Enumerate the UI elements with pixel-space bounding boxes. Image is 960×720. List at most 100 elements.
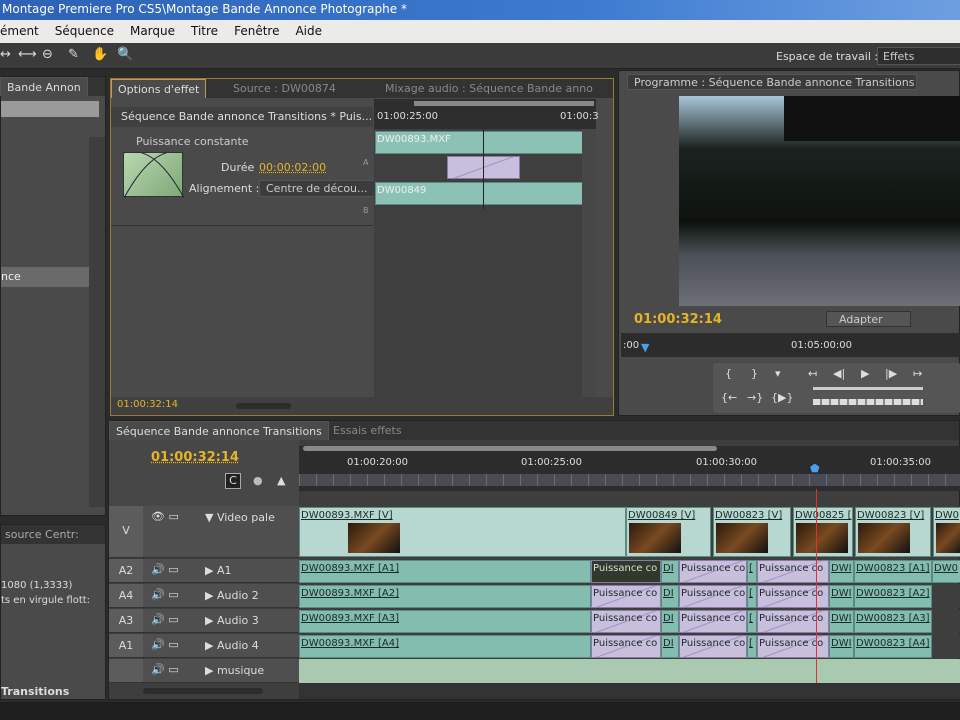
audio-clip[interactable]: DW00893.MXF [A4] [299,635,591,658]
video-clip[interactable]: DW00823 [V] [713,507,791,557]
audio-clip[interactable]: DW00893.MXF [A3] [299,610,591,633]
audio-clip[interactable]: DW00823 [A3] [854,610,932,633]
marker-bulb-icon[interactable]: ● [253,474,263,487]
audio-transition[interactable]: Puissance co [757,635,829,658]
alignment-select[interactable]: Centre de décou... [259,180,375,197]
video-clip[interactable]: DW00849 [V] [626,507,711,557]
audio-clip[interactable]: DW0 [932,560,960,583]
horizontal-scrollbar[interactable] [299,683,960,699]
playhead-icon[interactable]: ▼ [641,341,649,354]
audio-clip[interactable]: DW00823 [A2] [854,585,932,608]
expand-triangle-icon[interactable]: ▶ [205,664,213,677]
expand-triangle-icon[interactable]: ▶ [205,564,213,577]
track-target[interactable]: A4 [109,584,143,607]
audio-clip[interactable]: DW00823 [A1] [854,560,932,583]
menu-aide[interactable]: Aide [295,24,322,43]
play-icon[interactable]: ▶ [861,367,869,380]
audio-transition[interactable]: Puissance co [679,585,747,608]
audio-transition[interactable]: Puissance co [591,560,661,583]
list-item-selected[interactable]: nce [1,267,89,287]
expand-triangle-icon[interactable]: ▶ [205,639,213,652]
tab-source[interactable]: Source : DW00874 [227,79,342,98]
scrollbar[interactable] [89,137,105,507]
hand-tool-icon[interactable]: ✋ [92,47,108,62]
marker-icon[interactable]: ▾ [775,367,781,380]
track-zoom-slider[interactable] [143,688,263,694]
audio-transition[interactable]: Puissance co [591,585,661,608]
video-clip[interactable]: DW00823 [V] [855,507,931,557]
mark-out-icon[interactable]: } [751,367,758,380]
speaker-icon[interactable]: 🔊 ▭ [151,638,179,651]
step-forward-icon[interactable]: |▶ [885,367,897,380]
step-back-icon[interactable]: ◀| [833,367,845,380]
effect-timecode[interactable]: 01:00:32:14 [117,399,178,410]
program-timecode[interactable]: 01:00:32:14 [634,312,722,327]
zoom-tool-icon[interactable]: 🔍 [117,47,133,62]
workspace-select[interactable]: Effets [877,47,960,65]
eye-icon[interactable]: 👁 ▭ [151,510,179,523]
track-target[interactable]: A2 [109,559,143,582]
track-target[interactable]: A3 [109,609,143,632]
audio-clip[interactable]: DW00823 [A4] [854,635,932,658]
audio-transition[interactable]: Puissance co [679,610,747,633]
slip-tool-icon[interactable]: ↔ [0,47,11,62]
menu-sequence[interactable]: Séquence [55,24,114,43]
audio-clip[interactable]: DW00893.MXF [A1] [299,560,591,583]
audio-clip[interactable]: DWI [829,635,854,658]
audio-clip[interactable]: DWI [829,610,854,633]
audio-clip[interactable]: [ [747,635,757,658]
program-sequence-select[interactable]: Programme : Séquence Bande annonce Trans… [627,74,917,90]
expand-triangle-icon[interactable]: ▶ [205,614,213,627]
play-in-to-out-icon[interactable]: {▶} [771,391,793,404]
audio-transition[interactable]: Puissance co [757,610,829,633]
tab-info[interactable]: source Centr: [0,525,85,544]
scrollbar[interactable] [582,129,596,399]
tab-audio-mixer[interactable]: Mixage audio : Séquence Bande anno [379,79,599,98]
expand-triangle-icon[interactable]: ▶ [205,589,213,602]
audio-clip[interactable]: DI [661,635,679,658]
tab-effect-options[interactable]: Options d'effet [111,79,207,98]
clip-b[interactable]: DW00849 [375,182,593,205]
audio-clip[interactable]: [ [747,560,757,583]
rate-tool-icon[interactable]: ⊖ [42,47,53,62]
slide-tool-icon[interactable]: ⟷ [18,47,37,62]
audio-clip[interactable]: DI [661,560,679,583]
audio-clip[interactable]: DW00893.MXF [A2] [299,585,591,608]
timeline-ruler[interactable]: 01:00:20:00 01:00:25:00 01:00:30:00 01:0… [299,446,960,491]
zoom-bar[interactable] [414,101,594,106]
zoom-bar[interactable] [303,446,717,451]
mark-in-icon[interactable]: { [725,367,732,380]
track-target[interactable] [109,659,143,682]
track-target[interactable]: A1 [109,634,143,657]
audio-clip[interactable]: DWI [829,560,854,583]
track-target[interactable]: V [109,506,143,557]
tab-sequence[interactable]: Séquence Bande annonce Transitions [109,421,329,440]
zoom-slider[interactable] [236,403,291,409]
audio-transition[interactable]: Puissance co [679,635,747,658]
go-to-previous-edit-icon[interactable]: ↤ [808,367,817,380]
snap-icon[interactable]: C [225,473,241,489]
video-clip[interactable]: DW0 [933,507,960,557]
speaker-icon[interactable]: 🔊 ▭ [151,663,179,676]
playhead-icon[interactable]: ⬟ [810,462,820,475]
tab-essais-effets[interactable]: Essais effets [327,421,408,440]
clip-a[interactable]: DW00893.MXF [375,131,593,154]
audio-transition[interactable]: Puissance co [591,635,661,658]
fit-select[interactable]: Adapter [826,311,911,327]
video-clip[interactable]: DW00893.MXF [V] [299,507,626,557]
audio-clip[interactable]: [ [747,610,757,633]
add-marker-icon[interactable]: ▲ [277,474,285,487]
audio-transition[interactable]: Puissance co [591,610,661,633]
audio-clip[interactable]: DI [661,585,679,608]
go-to-next-edit-icon[interactable]: ↦ [913,367,922,380]
program-ruler[interactable]: :00 01:05:00:00 ▼ [621,333,960,357]
menu-element[interactable]: ément [0,24,39,43]
jog-wheel[interactable] [813,399,923,405]
audio-clip[interactable]: [ [747,585,757,608]
audio-transition[interactable]: Puissance co [757,585,829,608]
video-clip[interactable]: DW00825 [ [793,507,853,557]
audio-transition[interactable]: Puissance co [679,560,747,583]
audio-transition[interactable]: Puissance co [757,560,829,583]
search-input[interactable] [1,101,99,117]
menu-titre[interactable]: Titre [191,24,218,43]
